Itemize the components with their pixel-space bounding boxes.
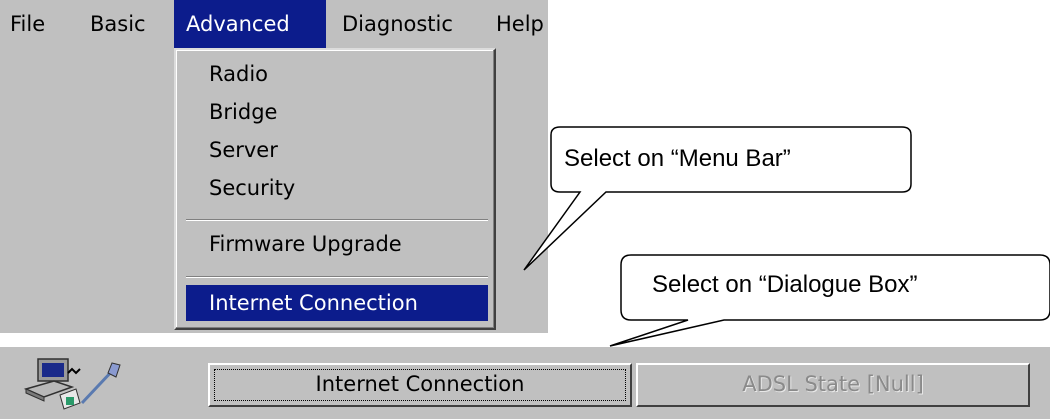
menu-bar-callout-text: Select on “Menu Bar” [564,145,791,172]
internet-connection-button[interactable]: Internet Connection [208,363,632,407]
adsl-state-button-label: ADSL State [Null] [742,372,924,396]
adsl-state-button[interactable]: ADSL State [Null] [636,363,1030,407]
network-computer-icon [23,358,121,410]
focus-rectangle [214,369,626,401]
dialogue-box-callout-text: Select on “Dialogue Box” [652,271,918,298]
status-toolbar: Internet Connection ADSL State [Null] [0,347,1050,419]
dialogue-box-callout-bubble [609,254,1050,347]
